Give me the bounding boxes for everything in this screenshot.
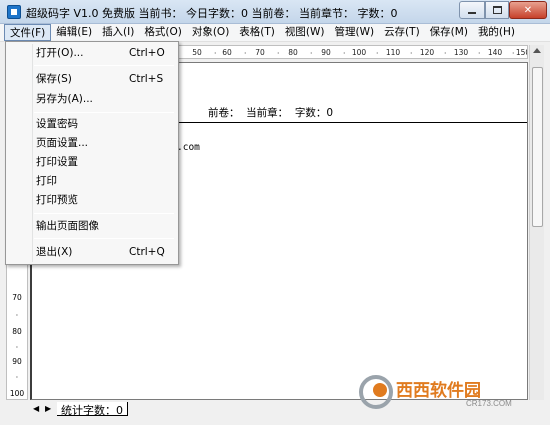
menu-separator [34,238,174,239]
maximize-icon [492,6,502,14]
menu-item-shortcut: Ctrl+S [129,73,164,85]
watermark-site: CR173.COM [466,399,512,408]
menu-item-page-setup[interactable]: 页面设置... [8,134,176,152]
menu-insert[interactable]: 插入(I) [97,24,139,41]
menu-item-shortcut: Ctrl+Q [129,246,165,258]
menu-item-label: 保存(S) [36,73,72,85]
scroll-up-icon[interactable] [533,48,541,53]
scroll-right-icon[interactable]: ▶ [45,404,51,413]
menu-item-print[interactable]: 打印 [8,172,176,190]
menu-item-save-as[interactable]: 另存为(A)... [8,90,176,108]
menu-format[interactable]: 格式(O) [139,24,186,41]
menu-file[interactable]: 文件(F) [4,24,52,41]
ruler-tick: 80 [12,327,22,336]
ruler-dot: · [376,49,379,58]
window-title: 超级码字 V1.0 免费版 当前书： 今日字数：0 当前卷： 当前章节： 字数：… [26,7,398,20]
editor-text: .com [177,142,200,153]
menu-item-label: 打开(O)... [36,47,84,59]
ruler-dot: · [15,311,19,320]
close-button[interactable]: ✕ [509,1,547,19]
menu-edit[interactable]: 编辑(E) [51,24,97,41]
menu-item-exit[interactable]: 退出(X) Ctrl+Q [8,243,176,261]
menu-item-export-page-image[interactable]: 输出页面图像 [8,217,176,235]
ruler-tick: 70 [255,48,265,57]
watermark-logo: 西西软件园 CR173.COM [359,375,512,409]
menu-mine[interactable]: 我的(H) [473,24,520,41]
menu-item-label: 页面设置... [36,137,89,149]
menu-item-label: 打印 [36,175,57,187]
ruler-dot: · [512,49,515,58]
menu-item-label: 输出页面图像 [36,220,99,232]
total-word-count: 统计字数：0 [57,402,128,417]
ruler-tick: 140 [487,48,503,57]
menu-manage[interactable]: 管理(W) [329,24,379,41]
menu-item-print-preview[interactable]: 打印预览 [8,191,176,209]
ruler-dot: · [478,49,481,58]
menu-item-label: 另存为(A)... [36,93,93,105]
ruler-tick: 100 [351,48,367,57]
ruler-tick: 90 [12,357,22,366]
menu-item-print-setup[interactable]: 打印设置 [8,153,176,171]
ruler-tick: 60 [222,48,232,57]
ruler-tick: 90 [321,48,331,57]
menu-item-label: 打印预览 [36,194,78,206]
menu-item-open[interactable]: 打开(O)... Ctrl+O [8,44,176,62]
ruler-tick: 70 [12,293,22,302]
ruler-dot: · [310,49,313,58]
menu-item-label: 退出(X) [36,246,73,258]
menu-item-shortcut: Ctrl+O [129,47,165,59]
ruler-tick: 100 [9,389,25,398]
menu-item-label: 打印设置 [36,156,78,168]
ruler-dot: · [15,373,19,382]
ruler-tick: 130 [453,48,469,57]
file-menu-dropdown: 打开(O)... Ctrl+O 保存(S) Ctrl+S 另存为(A)... 设… [5,41,179,265]
minimize-icon [468,12,476,14]
menu-item-label: 设置密码 [36,118,78,130]
app-icon [7,5,21,19]
menu-item-save[interactable]: 保存(S) Ctrl+S [8,70,176,88]
ruler-dot: · [15,343,19,352]
ruler-tick: 110 [385,48,401,57]
menu-save[interactable]: 保存(M) [425,24,473,41]
ruler-tick: 80 [288,48,298,57]
menu-separator [34,112,174,113]
close-icon: ✕ [523,4,533,16]
menu-view[interactable]: 视图(W) [280,24,330,41]
ruler-dot: · [343,49,346,58]
menu-separator [34,213,174,214]
scroll-left-icon[interactable]: ◀ [33,404,39,413]
menu-item-set-password[interactable]: 设置密码 [8,115,176,133]
menu-separator [34,65,174,66]
scrollbar-thumb[interactable] [532,67,543,227]
ruler-tick: 150 [515,48,527,57]
ruler-dot: · [214,49,217,58]
watermark-dot-icon [373,383,387,397]
menu-cloud[interactable]: 云存(T) [379,24,425,41]
ruler-dot: · [277,49,280,58]
ruler-dot: · [244,49,247,58]
watermark-text: 西西软件园 [396,380,481,400]
maximize-button[interactable] [485,1,509,19]
ruler-dot: · [410,49,413,58]
menu-bar: 文件(F) 编辑(E) 插入(I) 格式(O) 对象(O) 表格(T) 视图(W… [0,24,550,42]
editor-status-line: 前卷： 当前章： 字数：0 [208,107,334,119]
menu-object[interactable]: 对象(O) [187,24,234,41]
ruler-tick: 120 [419,48,435,57]
ruler-dot: · [444,49,447,58]
vertical-scrollbar[interactable] [529,45,544,400]
minimize-button[interactable] [459,1,485,19]
ruler-tick: 50 [192,48,202,57]
menu-table[interactable]: 表格(T) [234,24,280,41]
title-bar: 超级码字 V1.0 免费版 当前书： 今日字数：0 当前卷： 当前章节： 字数：… [0,0,550,24]
